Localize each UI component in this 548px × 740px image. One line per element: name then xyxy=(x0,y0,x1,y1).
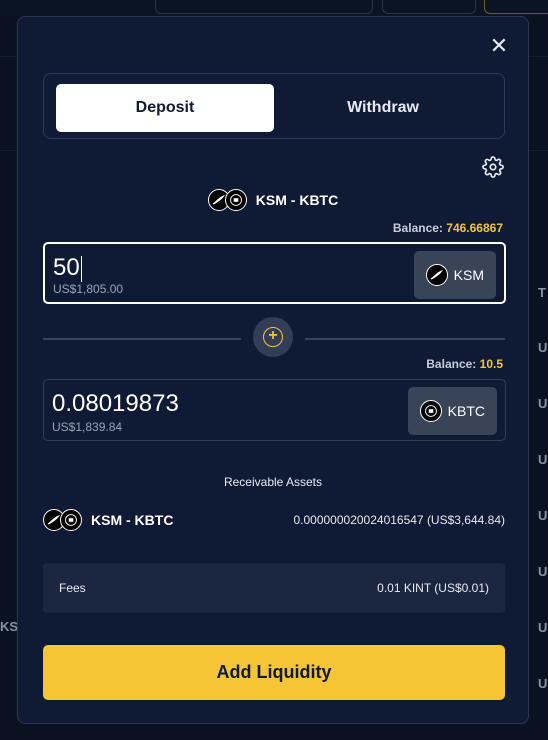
background-text: U xyxy=(538,452,548,467)
add-liquidity-modal: ✕ Deposit Withdraw KSM - KBTC Balance: 7… xyxy=(17,16,529,724)
balance-label: Balance: xyxy=(392,221,443,235)
divider-line xyxy=(43,338,241,340)
background-text: U xyxy=(538,396,548,411)
receivable-title: Receivable Assets xyxy=(223,475,323,489)
gear-icon[interactable] xyxy=(482,156,504,178)
amount-value[interactable]: 50 xyxy=(53,254,80,281)
plus-icon: + xyxy=(253,317,293,357)
close-icon[interactable]: ✕ xyxy=(488,35,510,57)
tab-deposit[interactable]: Deposit xyxy=(56,84,274,132)
background-header-box xyxy=(382,0,476,14)
kbtc-icon xyxy=(419,400,442,422)
background-header xyxy=(0,0,548,16)
text-caret xyxy=(80,255,83,282)
receivable-row: KSM - KBTC 0.000000020024016547 (US$3,64… xyxy=(43,508,505,532)
background-text: U xyxy=(538,340,548,355)
amount-usd: US$1,805.00 xyxy=(53,282,124,296)
pair-title: KSM - KBTC xyxy=(255,192,339,208)
amount-input[interactable]: 50 xyxy=(53,254,83,282)
fees-value: 0.01 KINT (US$0.01) xyxy=(377,581,489,595)
background-text: U xyxy=(538,564,548,579)
ksm-icon xyxy=(425,264,448,286)
token-select-kbtc[interactable]: KBTC xyxy=(407,387,497,435)
balance-value[interactable]: 746.66867 xyxy=(446,221,503,235)
balance-label: Balance: xyxy=(426,357,477,371)
pair-header: KSM - KBTC xyxy=(18,189,528,211)
receivable-amount: 0.000000020024016547 (US$3,644.84) xyxy=(293,513,505,527)
balance-ksm: Balance: 746.66867 xyxy=(393,221,503,235)
token-label: KSM xyxy=(453,267,484,283)
receivable-pair-label: KSM - KBTC xyxy=(91,512,174,528)
token-label: KBTC xyxy=(447,403,485,419)
background-header-box xyxy=(484,0,548,14)
tab-withdraw[interactable]: Withdraw xyxy=(274,84,492,132)
pair-icons xyxy=(43,509,83,531)
background-text: KS xyxy=(0,619,19,634)
kbtc-icon xyxy=(224,189,247,211)
fees-box: Fees 0.01 KINT (US$0.01) xyxy=(43,563,505,613)
deposit-withdraw-tabs: Deposit Withdraw xyxy=(43,73,505,139)
background-text: U xyxy=(538,676,548,691)
receivable-pair: KSM - KBTC xyxy=(43,509,173,531)
kbtc-amount-field[interactable]: 0.08019873 US$1,839.84 KBTC xyxy=(43,379,506,441)
add-liquidity-button[interactable]: Add Liquidity xyxy=(43,645,505,700)
background-header-box xyxy=(155,0,373,14)
token-select-ksm[interactable]: KSM xyxy=(413,251,496,299)
pair-icons xyxy=(207,189,248,211)
kbtc-icon xyxy=(60,509,82,531)
background-text: T xyxy=(538,285,546,300)
background-text: U xyxy=(538,508,548,523)
amount-usd: US$1,839.84 xyxy=(52,420,123,434)
amount-value[interactable]: 0.08019873 xyxy=(52,390,179,417)
balance-value[interactable]: 10.5 xyxy=(480,357,503,371)
fees-label: Fees xyxy=(59,581,86,595)
background-text: U xyxy=(538,620,548,635)
balance-kbtc: Balance: 10.5 xyxy=(426,357,503,371)
divider-line xyxy=(305,338,505,340)
ksm-amount-field[interactable]: 50 US$1,805.00 KSM xyxy=(43,242,506,304)
amount-input[interactable]: 0.08019873 xyxy=(52,390,179,418)
